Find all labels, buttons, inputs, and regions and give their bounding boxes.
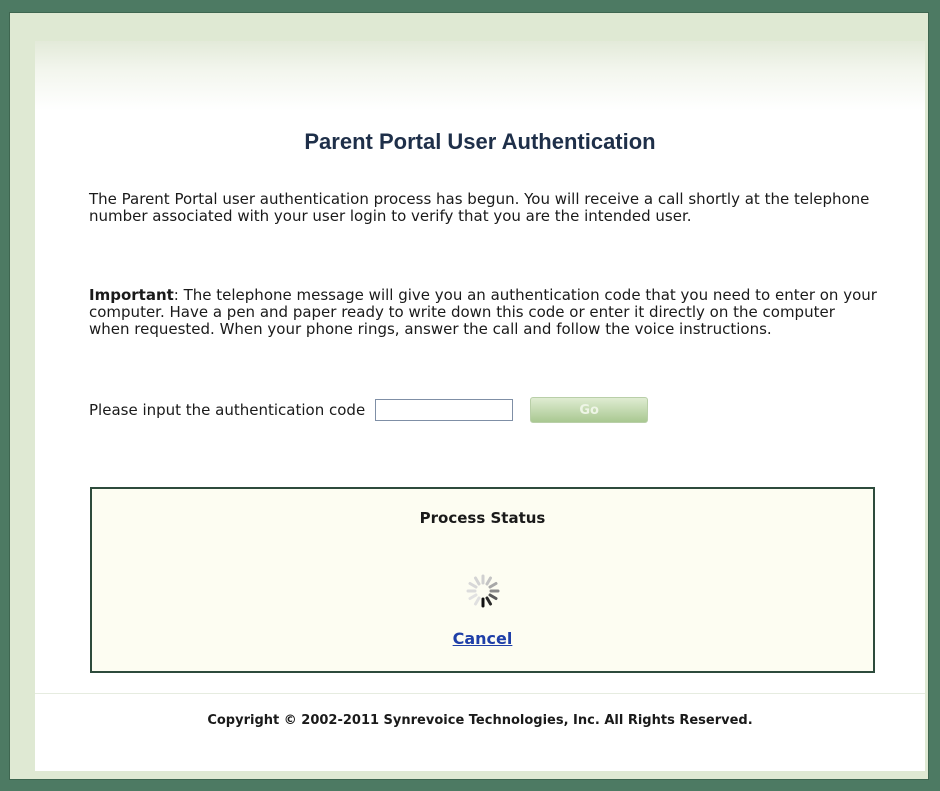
- important-text: : The telephone message will give you an…: [89, 286, 877, 338]
- cancel-link-wrapper: Cancel: [92, 629, 873, 648]
- important-label: Important: [89, 286, 174, 304]
- auth-code-input[interactable]: [375, 399, 514, 421]
- important-paragraph: Important: The telephone message will gi…: [89, 287, 879, 338]
- process-status-title: Process Status: [419, 509, 546, 527]
- footer-divider: [35, 693, 925, 694]
- window-frame: Parent Portal User Authentication The Pa…: [9, 12, 929, 780]
- auth-code-row: Please input the authentication code Go: [89, 397, 649, 423]
- cancel-link[interactable]: Cancel: [453, 629, 513, 648]
- intro-paragraph: The Parent Portal user authentication pr…: [89, 190, 870, 225]
- page-content: Parent Portal User Authentication The Pa…: [35, 41, 925, 771]
- loading-spinner-icon: [466, 574, 499, 608]
- process-status-box: Process Status Cancel: [90, 487, 875, 673]
- auth-code-prompt: Please input the authentication code: [89, 401, 366, 419]
- go-button[interactable]: Go: [530, 397, 649, 423]
- copyright-text: Copyright © 2002-2011 Synrevoice Technol…: [207, 713, 753, 728]
- page-title: Parent Portal User Authentication: [304, 129, 656, 154]
